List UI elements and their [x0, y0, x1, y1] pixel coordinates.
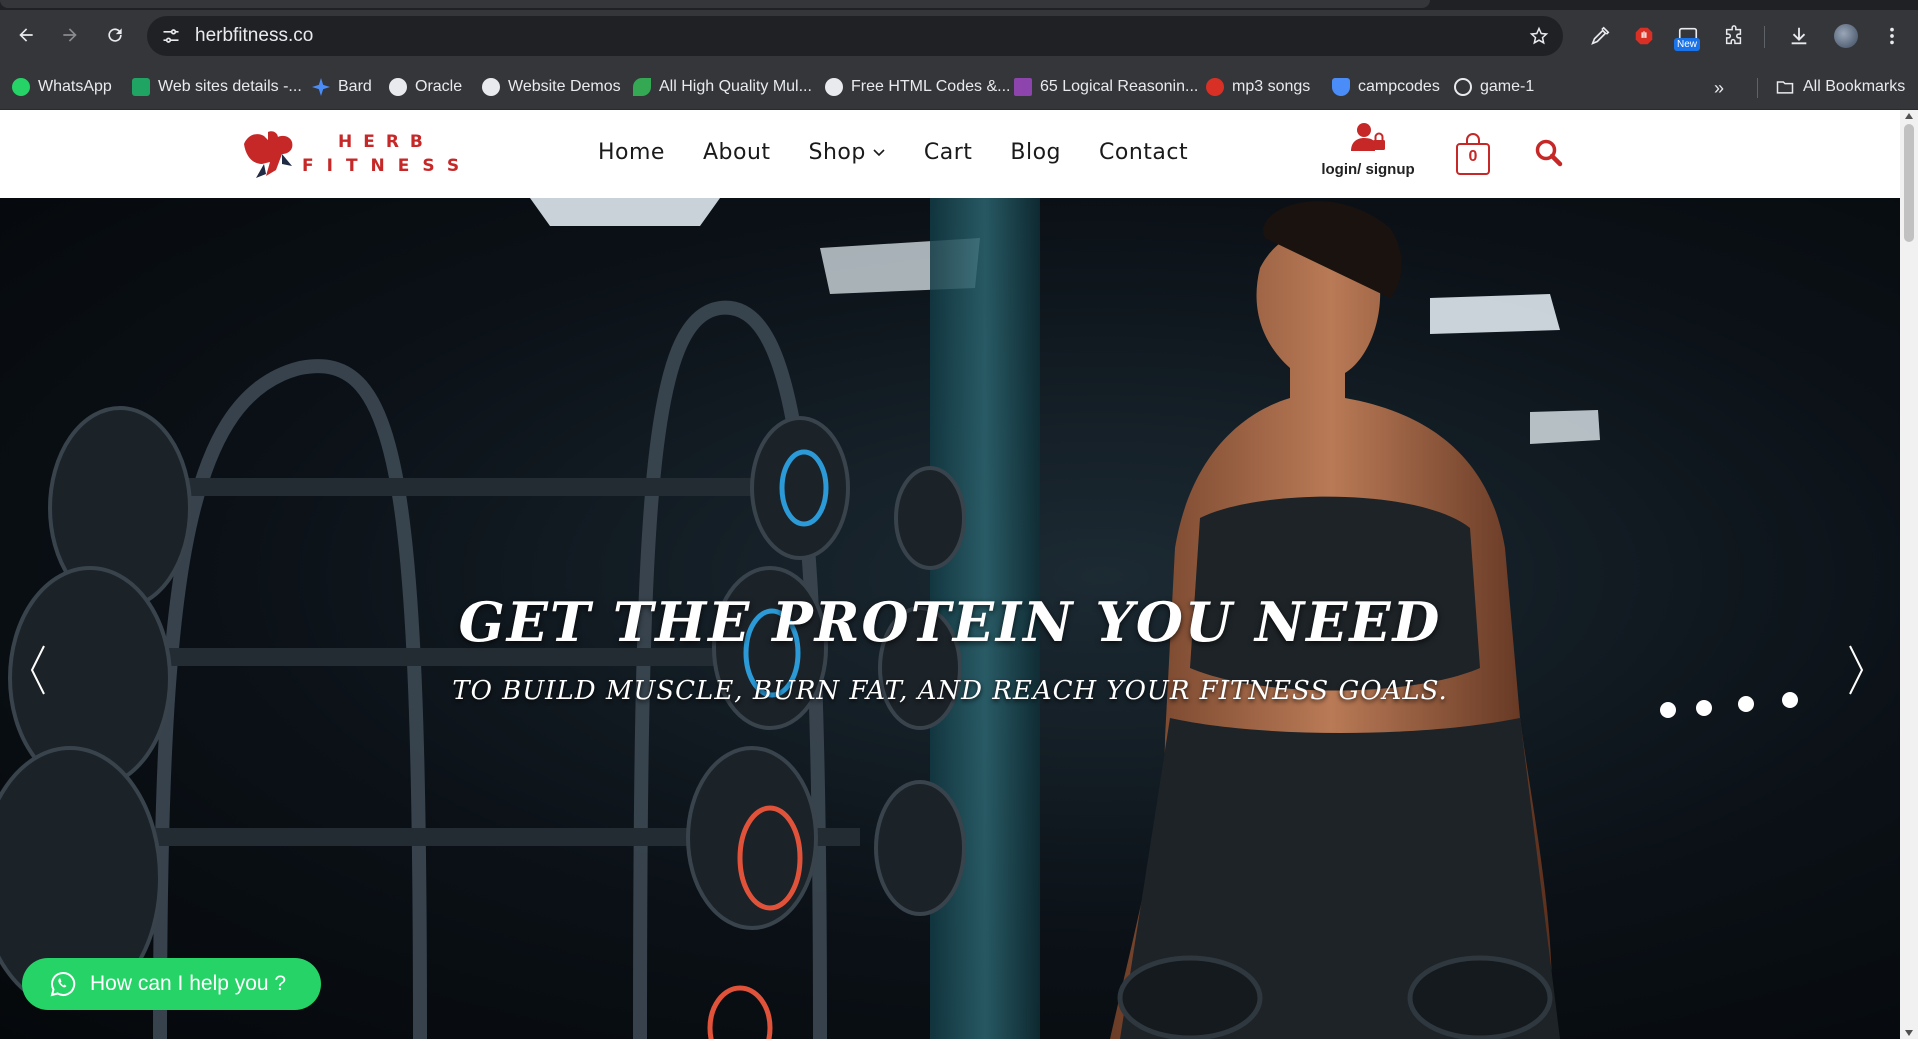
nav-contact[interactable]: Contact	[1099, 140, 1188, 165]
folder-icon	[1776, 81, 1794, 94]
web-page: HERB FITNESS Home About Shop Cart Blog C…	[0, 110, 1918, 1039]
adblock-extension[interactable]	[1632, 24, 1656, 48]
scroll-down-arrow-icon[interactable]	[1905, 1030, 1913, 1036]
nav-shop-label: Shop	[808, 140, 866, 165]
m-icon	[1014, 78, 1032, 96]
main-navigation: Home About Shop Cart Blog Contact	[598, 140, 1188, 165]
nav-home[interactable]: Home	[598, 140, 665, 165]
bookmark-campcodes[interactable]: campcodes	[1332, 76, 1440, 98]
tab-strip	[0, 0, 1918, 10]
bookmarks-bar: WhatsApp Web sites details -... Bard Ora…	[0, 66, 1918, 110]
whatsapp-icon	[50, 971, 76, 997]
reload-icon	[108, 28, 122, 42]
globe-icon	[482, 78, 500, 96]
active-tab-edge	[0, 0, 1430, 8]
login-signup-button[interactable]: login/ signup	[1318, 122, 1418, 192]
arrow-left-icon	[19, 28, 33, 42]
browser-menu-button[interactable]	[1880, 24, 1904, 48]
slider-prev-arrow-icon[interactable]	[26, 642, 50, 698]
chat-label: How can I help you ?	[90, 972, 287, 995]
chevron-down-icon	[873, 148, 885, 156]
bookmark-bard[interactable]: Bard	[312, 76, 372, 98]
all-bookmarks-button[interactable]: All Bookmarks	[1775, 76, 1905, 98]
eyedropper-extension[interactable]	[1588, 24, 1612, 48]
url-text[interactable]: herbfitness.co	[195, 26, 313, 46]
muscle-man-logo-icon	[244, 131, 293, 178]
bookmarks-divider	[1757, 78, 1758, 98]
profile-avatar[interactable]	[1834, 24, 1858, 48]
whatsapp-icon	[12, 78, 30, 96]
bookmark-free-html[interactable]: Free HTML Codes &...	[825, 76, 1010, 98]
forward-button[interactable]	[58, 23, 82, 47]
toolbar-divider	[1764, 26, 1765, 48]
bookmark-oracle[interactable]: Oracle	[389, 76, 462, 98]
cart-button[interactable]: 0	[1455, 132, 1491, 176]
extensions-button[interactable]	[1722, 24, 1746, 48]
site-settings-icon[interactable]	[161, 26, 181, 46]
bookmark-web-sites[interactable]: Web sites details -...	[132, 76, 302, 98]
address-bar[interactable]: herbfitness.co	[147, 16, 1563, 56]
logo-word-herb: HERB	[338, 132, 434, 152]
new-badge: New	[1674, 38, 1701, 51]
bookmark-all-high-quality[interactable]: All High Quality Mul...	[633, 76, 812, 98]
bookmark-game-1[interactable]: game-1	[1454, 76, 1534, 98]
bookmark-whatsapp[interactable]: WhatsApp	[12, 76, 112, 98]
chevron-double-right-icon[interactable]: »	[1714, 78, 1724, 99]
eyedropper-icon	[1591, 26, 1610, 45]
bard-icon	[312, 78, 330, 96]
back-button[interactable]	[14, 23, 38, 47]
reload-button[interactable]	[103, 23, 127, 47]
downloads-button[interactable]	[1787, 24, 1811, 48]
nav-blog[interactable]: Blog	[1010, 140, 1061, 165]
download-icon	[1791, 27, 1807, 45]
music-icon	[1206, 78, 1224, 96]
sheets-icon	[132, 78, 150, 96]
page-scrollbar[interactable]	[1900, 110, 1918, 1039]
hero-title: GET THE PROTEIN YOU NEED	[458, 590, 1442, 654]
more-vertical-icon	[1890, 27, 1894, 45]
whatsapp-chat-button[interactable]: How can I help you ?	[22, 958, 321, 1010]
bookmark-website-demos[interactable]: Website Demos	[482, 76, 621, 98]
user-lock-icon	[1351, 123, 1385, 151]
bookmark-logical-reasoning[interactable]: 65 Logical Reasonin...	[1014, 76, 1198, 98]
nav-shop[interactable]: Shop	[809, 140, 886, 165]
cart-count: 0	[1468, 148, 1478, 165]
leaf-icon	[633, 78, 651, 96]
nav-cart[interactable]: Cart	[924, 140, 973, 165]
scrollbar-thumb[interactable]	[1904, 124, 1914, 242]
herb-fitness-logo[interactable]: HERB FITNESS	[238, 124, 478, 186]
hero-slider: GET THE PROTEIN YOU NEED TO BUILD MUSCLE…	[0, 198, 1900, 1039]
scroll-up-arrow-icon[interactable]	[1905, 113, 1913, 119]
bookmark-mp3-songs[interactable]: mp3 songs	[1206, 76, 1310, 98]
login-signup-label: login/ signup	[1321, 161, 1415, 178]
edge-icon	[1454, 78, 1472, 96]
shield-icon	[1332, 78, 1350, 96]
globe-icon	[825, 78, 843, 96]
search-icon[interactable]	[1534, 138, 1564, 168]
site-header: HERB FITNESS Home About Shop Cart Blog C…	[0, 110, 1900, 198]
bookmark-star-icon[interactable]	[1529, 26, 1549, 46]
stop-hand-icon	[1635, 27, 1653, 45]
hero-subtitle: TO BUILD MUSCLE, BURN FAT, AND REACH YOU…	[452, 676, 1448, 706]
nav-about[interactable]: About	[703, 140, 771, 165]
slider-next-arrow-icon[interactable]	[1844, 642, 1868, 698]
arrow-right-icon	[63, 28, 77, 42]
puzzle-icon	[1725, 25, 1742, 45]
globe-icon	[389, 78, 407, 96]
logo-word-fitness: FITNESS	[302, 156, 473, 176]
